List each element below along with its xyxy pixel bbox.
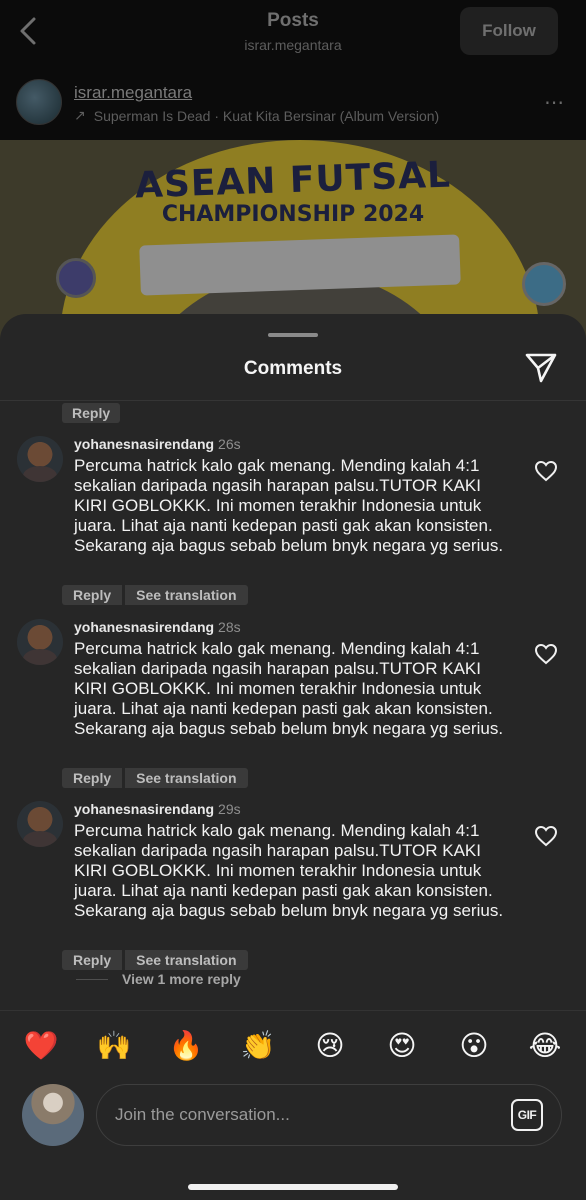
post-image: ASEAN FUTSAL CHAMPIONSHIP 2024	[0, 140, 586, 340]
tournament-logo	[522, 262, 566, 306]
commenter-username[interactable]: yohanesnasirendang	[74, 619, 214, 635]
comment-text: Percuma hatrick kalo gak menang. Mending…	[74, 639, 504, 738]
see-translation-button[interactable]: See translation	[125, 585, 248, 605]
view-more-replies-label: View 1 more reply	[122, 971, 241, 987]
heart-icon[interactable]	[534, 643, 558, 665]
see-translation-button[interactable]: See translation	[125, 950, 248, 970]
top-bar: Posts israr.megantara Follow	[0, 0, 586, 64]
commenter-username[interactable]: yohanesnasirendang	[74, 801, 214, 817]
current-user-avatar[interactable]	[22, 1084, 84, 1146]
home-indicator	[188, 1184, 398, 1190]
heart-icon[interactable]	[534, 825, 558, 847]
commenter-avatar[interactable]	[17, 436, 63, 482]
commenter-avatar[interactable]	[17, 801, 63, 847]
banner-subtitle: CHAMPIONSHIP 2024	[161, 202, 425, 227]
more-options-button[interactable]: ⋯	[544, 90, 566, 115]
sheet-grabber[interactable]	[268, 333, 318, 337]
comment-header: yohanesnasirendang 29s	[74, 801, 241, 817]
emoji-surprised[interactable]: 😮	[454, 1026, 494, 1066]
comment-item: yohanesnasirendang 29s Percuma hatrick ka…	[0, 801, 586, 976]
commenter-avatar[interactable]	[17, 619, 63, 665]
comment-input[interactable]	[115, 1085, 495, 1145]
post-music-link[interactable]: ↗ Superman Is Dead · Kuat Kita Bersinar …	[74, 107, 439, 124]
emoji-reaction-bar: ❤️ 🙌 🔥 👏 😢 😍 😮 😂	[0, 1026, 586, 1070]
emoji-raising-hands[interactable]: 🙌	[94, 1026, 134, 1066]
emoji-fire[interactable]: 🔥	[166, 1026, 206, 1066]
heart-icon[interactable]	[534, 460, 558, 482]
reply-button[interactable]: Reply	[62, 585, 123, 605]
comment-header: yohanesnasirendang 28s	[74, 619, 241, 635]
emoji-laughing[interactable]: 😂	[525, 1026, 565, 1066]
post-header: israr.megantara ↗ Superman Is Dead · Kua…	[0, 70, 586, 134]
paper-plane-icon[interactable]	[524, 350, 558, 384]
comment-actions: Reply See translation	[62, 768, 248, 788]
emoji-crying[interactable]: 😢	[310, 1026, 350, 1066]
comment-input-box: GIF	[96, 1084, 562, 1146]
reply-button[interactable]: Reply	[62, 403, 121, 423]
reply-button[interactable]: Reply	[62, 950, 123, 970]
comment-item: yohanesnasirendang 26s Percuma hatrick ka…	[0, 436, 586, 611]
emoji-heart[interactable]: ❤️	[21, 1026, 61, 1066]
arrow-up-right-icon: ↗	[74, 107, 86, 123]
comments-sheet: Comments Reply yohanesnasirendang 26s Per…	[0, 314, 586, 1200]
emoji-clapping[interactable]: 👏	[238, 1026, 278, 1066]
post-author-avatar[interactable]	[16, 79, 62, 125]
comment-composer: GIF	[0, 1082, 586, 1152]
comment-time: 28s	[218, 619, 241, 635]
gif-button[interactable]: GIF	[511, 1099, 543, 1131]
see-translation-button[interactable]: See translation	[125, 768, 248, 788]
view-more-replies[interactable]: View 1 more reply	[76, 971, 241, 987]
post-background: Posts israr.megantara Follow israr.megan…	[0, 0, 586, 340]
comment-item: yohanesnasirendang 28s Percuma hatrick ka…	[0, 619, 586, 794]
follow-button[interactable]: Follow	[460, 7, 558, 55]
comment-actions: Reply See translation	[62, 585, 248, 605]
commenter-username[interactable]: yohanesnasirendang	[74, 436, 214, 452]
federation-logo	[56, 258, 96, 298]
post-music-title: Superman Is Dead · Kuat Kita Bersinar (A…	[93, 107, 440, 124]
comment-header: yohanesnasirendang 26s	[74, 436, 241, 452]
comment-text: Percuma hatrick kalo gak menang. Mending…	[74, 821, 504, 920]
emoji-heart-eyes[interactable]: 😍	[382, 1026, 422, 1066]
comment-time: 29s	[218, 801, 241, 817]
comment-time: 26s	[218, 436, 241, 452]
sheet-title: Comments	[243, 358, 343, 379]
reply-button[interactable]: Reply	[62, 768, 123, 788]
comment-actions: Reply See translation	[62, 950, 248, 970]
post-author-username[interactable]: israr.megantara	[74, 83, 192, 103]
comment-text: Percuma hatrick kalo gak menang. Mending…	[74, 456, 504, 555]
